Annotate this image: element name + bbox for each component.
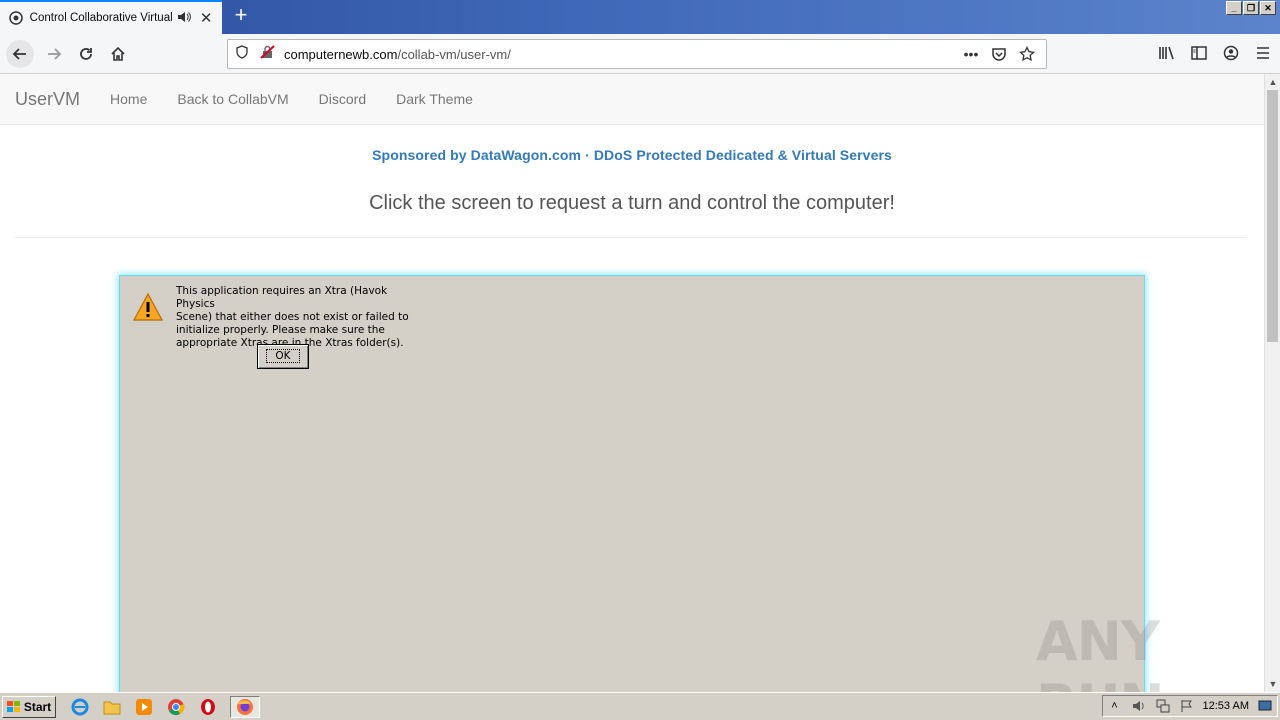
new-tab-button[interactable]: + [230, 4, 252, 28]
pocket-icon[interactable] [988, 47, 1010, 61]
scroll-thumb[interactable] [1267, 90, 1278, 342]
opera-icon[interactable] [198, 697, 218, 717]
show-desktop-icon[interactable] [1257, 698, 1273, 714]
url-bar[interactable]: computernewb.com/collab-vm/user-vm/ ••• [227, 39, 1047, 69]
page-viewport: UserVM Home Back to CollabVM Discord Dar… [0, 74, 1264, 692]
nav-link-dark-theme[interactable]: Dark Theme [396, 91, 473, 107]
turn-instructions: Click the screen to request a turn and c… [369, 192, 895, 214]
nav-link-discord[interactable]: Discord [319, 91, 366, 107]
nav-link-back-to-collabvm[interactable]: Back to CollabVM [177, 91, 288, 107]
close-window-button[interactable]: ✕ [1260, 1, 1276, 15]
tracking-shield-icon[interactable] [236, 44, 250, 64]
volume-icon[interactable] [1131, 698, 1147, 714]
alert-message: This application requires an Xtra (Havok… [176, 285, 416, 350]
home-icon [111, 46, 125, 61]
quick-launch [70, 695, 260, 718]
warning-icon [132, 292, 164, 327]
start-button[interactable]: Start [2, 695, 56, 718]
explorer-icon[interactable] [102, 697, 122, 717]
site-navbar: UserVM Home Back to CollabVM Discord Dar… [0, 74, 1264, 125]
windows-flag-icon [6, 700, 20, 712]
insecure-lock-icon[interactable] [260, 44, 276, 64]
firefox-icon[interactable] [230, 695, 260, 718]
media-player-icon[interactable] [134, 697, 154, 717]
system-tray: ˄ 12:53 AM [1101, 695, 1278, 717]
browser-tabstrip: Control Collaborative Virtual Machines ✕… [0, 0, 1280, 34]
account-icon[interactable] [1222, 44, 1240, 62]
alert-line: Scene) that either does not exist or fai… [176, 311, 409, 323]
forward-button[interactable] [40, 40, 68, 68]
scroll-up-icon[interactable]: ▲ [1265, 74, 1280, 90]
page-scrollbar[interactable]: ▲ ▼ [1264, 74, 1280, 692]
menu-hamburger-icon[interactable] [1254, 44, 1272, 62]
library-icon[interactable] [1158, 44, 1176, 62]
start-label: Start [23, 699, 52, 714]
back-button[interactable] [6, 40, 34, 68]
tab-title: Control Collaborative Virtual Machines [29, 12, 173, 24]
alert-ok-button[interactable]: OK [257, 344, 309, 369]
reload-icon [80, 48, 92, 60]
page-actions-icon[interactable]: ••• [960, 46, 982, 62]
divider [15, 237, 1247, 238]
forward-arrow-icon [48, 48, 62, 60]
url-text: computernewb.com/collab-vm/user-vm/ [284, 47, 954, 62]
reload-button[interactable] [72, 40, 100, 68]
collabvm-favicon-icon [8, 10, 24, 26]
tab-close-icon[interactable]: ✕ [198, 9, 214, 27]
ie-icon[interactable] [70, 697, 90, 717]
site-brand[interactable]: UserVM [15, 89, 80, 110]
browser-navbar: computernewb.com/collab-vm/user-vm/ ••• [0, 34, 1280, 74]
network-icon[interactable] [1155, 698, 1171, 714]
chrome-icon[interactable] [166, 697, 186, 717]
taskbar: Start ˄ 12:53 AM [0, 692, 1280, 720]
sponsor-link[interactable]: Sponsored by DataWagon.com · DDoS Protec… [0, 147, 1264, 163]
sidebar-icon[interactable] [1190, 44, 1208, 62]
anyrun-watermark: ANY RUN [1036, 610, 1165, 692]
action-center-flag-icon[interactable] [1179, 698, 1195, 714]
ok-label: OK [266, 349, 300, 363]
restore-button[interactable]: ❐ [1243, 1, 1259, 15]
taskbar-clock[interactable]: 12:53 AM [1203, 700, 1249, 712]
alert-line: This application requires an Xtra (Havok… [176, 285, 388, 310]
nav-link-home[interactable]: Home [110, 91, 147, 107]
vm-display[interactable]: This application requires an Xtra (Havok… [119, 275, 1145, 692]
bookmark-star-icon[interactable] [1016, 46, 1038, 62]
back-arrow-icon [12, 48, 26, 60]
speaker-icon[interactable] [177, 11, 193, 26]
window-controls: _ ❐ ✕ [1226, 1, 1276, 15]
url-host: computernewb.com [284, 46, 398, 62]
scroll-down-icon[interactable]: ▼ [1265, 676, 1280, 692]
toolbar-icons [1158, 44, 1272, 62]
minimize-button[interactable]: _ [1226, 1, 1242, 15]
home-button[interactable] [104, 40, 132, 68]
alert-line: initialize properly. Please make sure th… [176, 324, 385, 336]
tray-expand-icon[interactable]: ˄ [1107, 698, 1123, 714]
browser-tab[interactable]: Control Collaborative Virtual Machines ✕ [0, 0, 222, 34]
url-path: /collab-vm/user-vm/ [397, 46, 511, 62]
